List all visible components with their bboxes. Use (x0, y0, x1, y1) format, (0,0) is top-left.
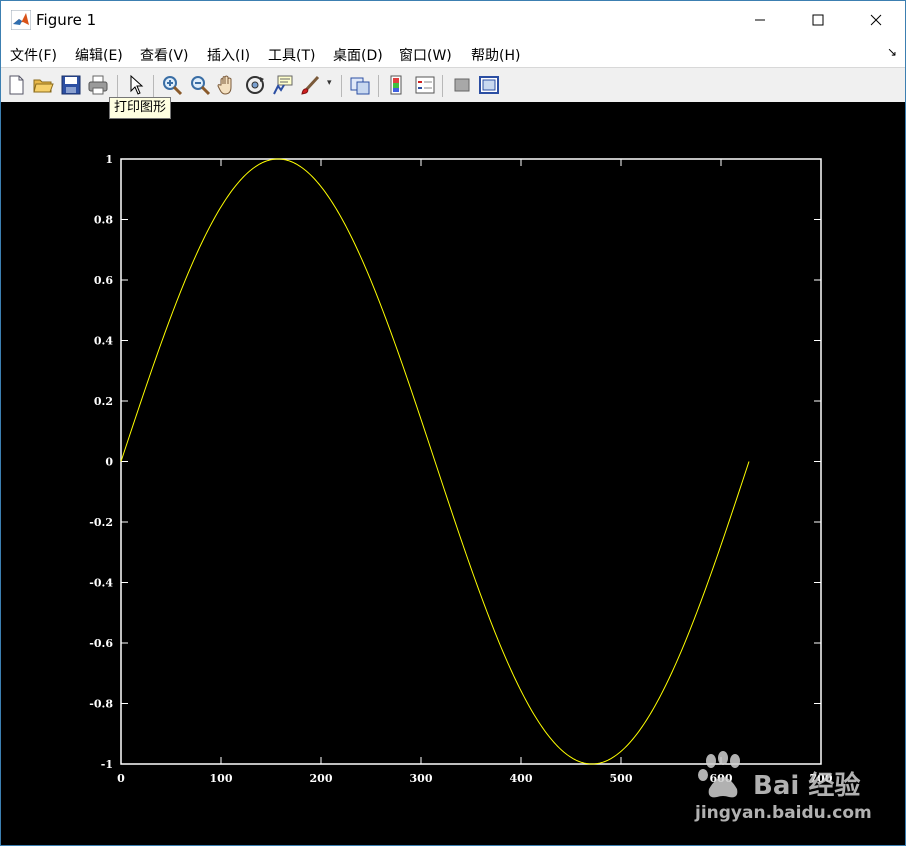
toolbar-separator (341, 75, 342, 97)
menu-desktop[interactable]: 桌面(D) (333, 45, 383, 65)
menu-bar: 文件(F) 编辑(E) 查看(V) 插入(I) 工具(T) 桌面(D) 窗口(W… (1, 39, 905, 67)
edit-plot-pointer-icon[interactable] (125, 74, 147, 96)
brush-icon[interactable] (300, 74, 322, 96)
menu-edit[interactable]: 编辑(E) (75, 45, 123, 65)
insert-colorbar-icon[interactable] (386, 74, 408, 96)
sine-series-line (120, 158, 750, 765)
toolbar-separator (378, 75, 379, 97)
print-tooltip: 打印图形 (109, 97, 172, 119)
y-tick-label: -1 (101, 758, 113, 771)
watermark-brand: Bai 经验 (753, 771, 861, 801)
y-tick-label: 0.8 (94, 214, 113, 227)
minimize-icon (755, 19, 765, 21)
maximize-button[interactable] (789, 1, 847, 39)
y-tick-label: 0.4 (94, 335, 113, 348)
zoom-out-icon[interactable] (189, 74, 211, 96)
baidu-watermark: Bai 经验 jingyan.baidu.com (691, 751, 891, 831)
toolbar-separator (117, 75, 118, 97)
menu-window[interactable]: 窗口(W) (399, 45, 452, 65)
menu-tools[interactable]: 工具(T) (268, 45, 315, 65)
x-tick-label: 400 (510, 772, 533, 785)
y-tick-label: 0 (105, 456, 113, 469)
y-tick-label: 1 (105, 153, 113, 166)
y-tick-label: -0.8 (89, 698, 113, 711)
rotate-3d-icon[interactable] (244, 74, 266, 96)
new-figure-icon[interactable] (5, 74, 27, 96)
minimize-button[interactable] (731, 1, 789, 39)
matlab-logo-icon (11, 10, 31, 30)
menu-file[interactable]: 文件(F) (10, 45, 57, 65)
y-tick-label: 0.2 (94, 395, 113, 408)
x-tick-label: 300 (410, 772, 433, 785)
y-tick-label: 0.6 (94, 274, 113, 287)
x-tick-label: 200 (310, 772, 333, 785)
baidu-paw-logo-icon (698, 751, 740, 798)
y-tick-label: -0.4 (89, 577, 113, 590)
x-tick-label: 0 (117, 772, 125, 785)
dock-arrow-icon[interactable]: ↘ (887, 45, 897, 59)
data-cursor-icon[interactable] (272, 74, 294, 96)
menu-view[interactable]: 查看(V) (140, 45, 189, 65)
maximize-icon (812, 14, 824, 26)
menu-help[interactable]: 帮助(H) (471, 45, 520, 65)
x-tick-label: 100 (210, 772, 233, 785)
save-icon[interactable] (60, 74, 82, 96)
hide-plot-tools-icon[interactable] (451, 74, 473, 96)
title-bar[interactable]: Figure 1 (1, 1, 905, 39)
brush-dropdown-icon[interactable]: ▾ (327, 78, 332, 88)
print-icon[interactable] (87, 74, 109, 96)
y-tick-label: -0.2 (89, 516, 113, 529)
watermark-url: jingyan.baidu.com (695, 803, 872, 823)
window-title: Figure 1 (36, 11, 97, 29)
insert-legend-icon[interactable] (414, 74, 436, 96)
toolbar-separator (153, 75, 154, 97)
figure-canvas[interactable]: 0100200300400500600700-1-0.8-0.6-0.4-0.2… (1, 102, 905, 845)
link-plot-icon[interactable] (349, 74, 371, 96)
menu-insert[interactable]: 插入(I) (207, 45, 250, 65)
pan-hand-icon[interactable] (216, 74, 238, 96)
open-file-icon[interactable] (32, 74, 54, 96)
x-tick-label: 500 (610, 772, 633, 785)
figure-window: Figure 1 文件(F) 编辑(E) 查看(V) 插入(I) 工具(T) 桌… (0, 0, 906, 846)
y-tick-label: -0.6 (89, 637, 113, 650)
close-icon (870, 14, 882, 26)
zoom-in-icon[interactable] (161, 74, 183, 96)
close-button[interactable] (847, 1, 905, 39)
axes-box (120, 158, 822, 765)
plot-axes[interactable]: 0100200300400500600700-1-0.8-0.6-0.4-0.2… (1, 102, 905, 845)
toolbar-separator (442, 75, 443, 97)
show-plot-tools-icon[interactable] (478, 74, 500, 96)
